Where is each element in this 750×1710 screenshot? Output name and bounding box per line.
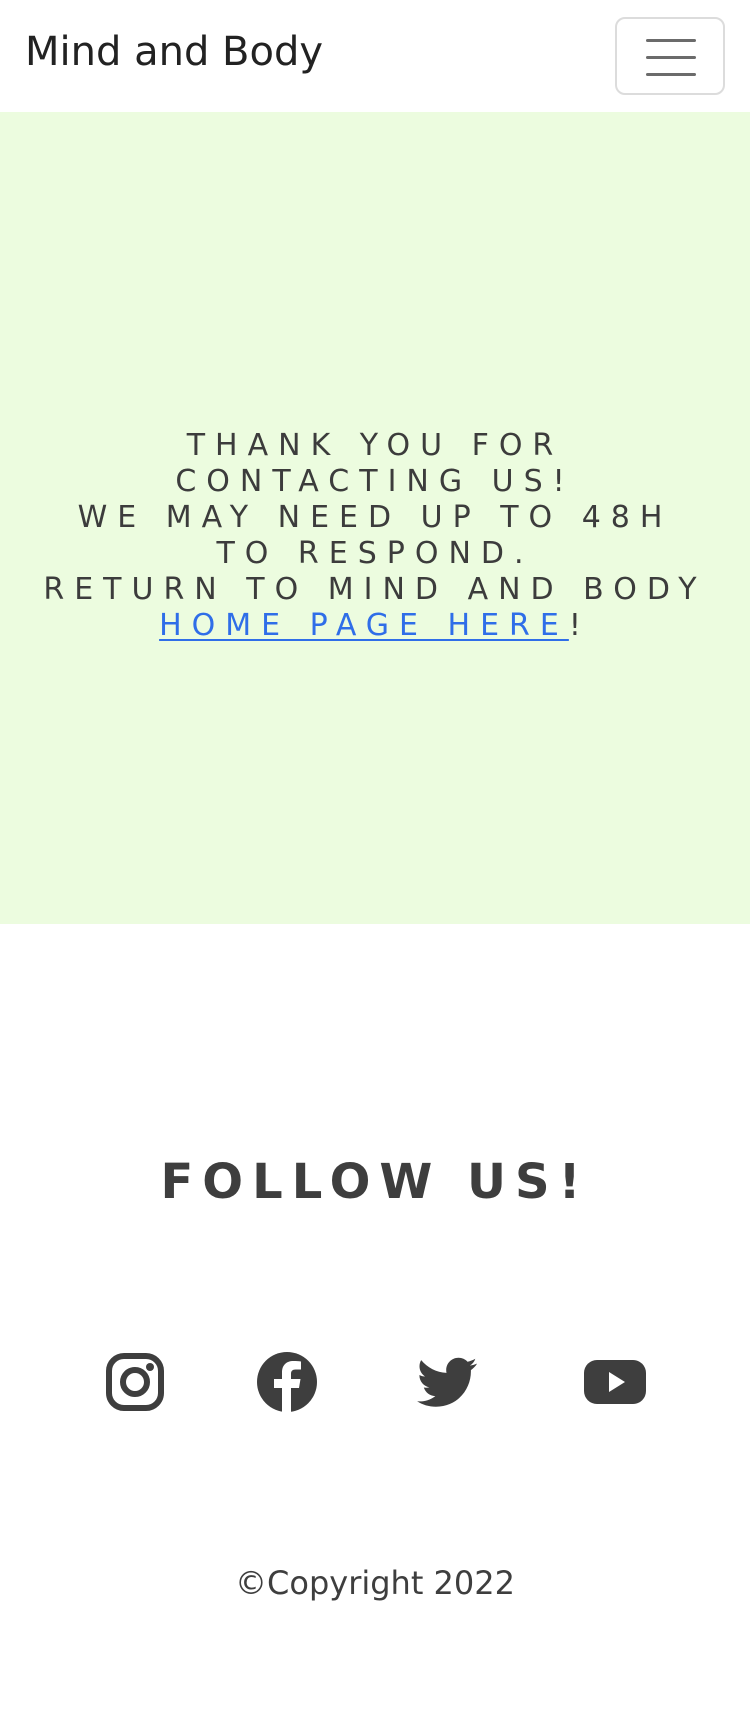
thank-you-line: Thank you for contacting us! — [175, 428, 575, 499]
thank-you-section: Thank you for contacting us! We may need… — [0, 112, 750, 924]
hamburger-menu-icon — [646, 39, 696, 76]
return-home-exclamation: ! — [568, 608, 591, 643]
navbar-toggler-button[interactable] — [615, 17, 725, 95]
instagram-link[interactable] — [100, 1350, 170, 1414]
response-time-line: We may need up to 48h to respond. — [77, 500, 673, 571]
copyright-text: ©Copyright 2022 — [235, 1564, 515, 1602]
facebook-link[interactable] — [252, 1350, 322, 1414]
brand-link[interactable]: Mind and Body — [25, 26, 323, 78]
home-page-link[interactable]: home page here — [159, 608, 569, 643]
thank-you-message: Thank you for contacting us! We may need… — [40, 428, 710, 644]
twitter-icon — [417, 1357, 477, 1407]
return-home-text: Return to Mind and Body — [43, 572, 707, 607]
follow-us-heading: Follow us! — [160, 1154, 590, 1210]
return-home-line: Return to Mind and Body home page here! — [40, 572, 710, 644]
youtube-link[interactable] — [580, 1350, 650, 1414]
facebook-icon — [257, 1352, 317, 1412]
youtube-icon — [584, 1360, 646, 1404]
twitter-link[interactable] — [412, 1350, 482, 1414]
instagram-icon — [106, 1353, 164, 1411]
navbar: Mind and Body — [0, 0, 750, 112]
